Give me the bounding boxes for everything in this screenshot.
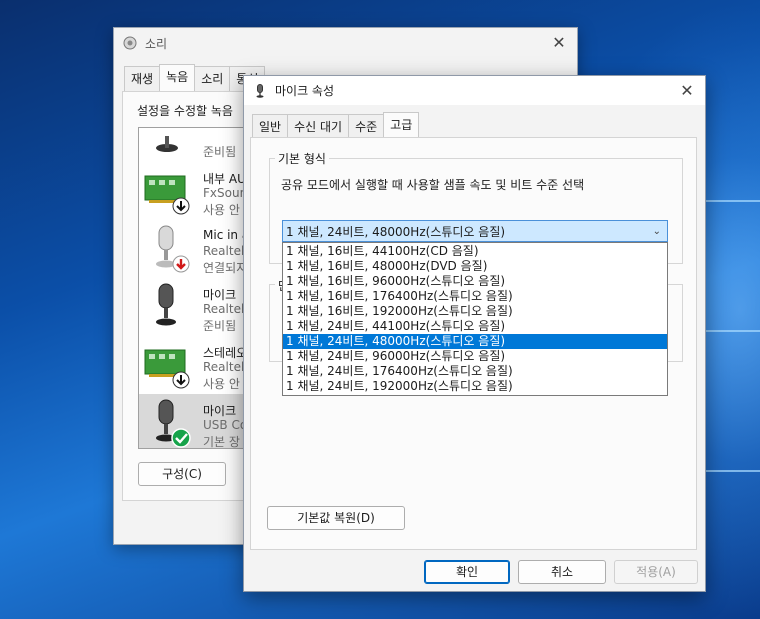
list-item[interactable]: Mic in a Realtek 연결되지 — [139, 220, 249, 278]
sound-dialog-close-button[interactable]: ✕ — [549, 33, 569, 53]
microphone-icon — [156, 283, 176, 326]
microphone-icon — [156, 399, 191, 448]
device-driver: FxSoun — [203, 186, 248, 200]
list-item[interactable]: 준비됨 — [139, 128, 249, 162]
apply-button[interactable]: 적용(A) — [614, 560, 698, 584]
format-dropdown-list: 1 채널, 16비트, 44100Hz(CD 음질) 1 채널, 16비트, 48… — [282, 242, 668, 396]
list-item-selected[interactable]: 마이크 USB Co 기본 장 — [139, 394, 249, 449]
format-option[interactable]: 1 채널, 24비트, 96000Hz(스튜디오 음질) — [283, 349, 667, 364]
list-item[interactable]: 내부 AU FxSoun 사용 안 — [139, 162, 249, 220]
chevron-down-icon[interactable]: ⌄ — [653, 221, 661, 243]
speaker-icon — [123, 36, 137, 50]
device-driver: Realtek — [203, 302, 248, 316]
selected-format-value: 1 채널, 24비트, 48000Hz(스튜디오 음질) — [286, 225, 506, 239]
default-format-label: 기본 형식 — [275, 150, 329, 167]
recording-device-list[interactable]: 준비됨 내부 AU FxSoun 사용 안 Mic in a Realtek 연… — [138, 127, 250, 449]
format-option[interactable]: 1 채널, 24비트, 176400Hz(스튜디오 음질) — [283, 364, 667, 379]
microphone-icon — [156, 136, 178, 152]
device-name: 마이크 — [203, 288, 237, 302]
sound-card-icon — [144, 349, 190, 389]
device-driver: Realtek — [203, 244, 248, 258]
microphone-properties-titlebar[interactable]: 마이크 속성 — [244, 76, 705, 105]
sound-dialog-titlebar[interactable]: 소리 — [114, 28, 577, 58]
device-name: 마이크 — [203, 404, 237, 418]
tab-playback[interactable]: 재생 — [124, 66, 161, 92]
format-option-highlighted[interactable]: 1 채널, 24비트, 48000Hz(스튜디오 음질) — [283, 334, 667, 349]
microphone-properties-dialog: 마이크 속성 ✕ 일반 수신 대기 수준 고급 기본 형식 공유 모드에서 실행… — [243, 75, 706, 592]
tab-recording[interactable]: 녹음 — [159, 64, 196, 92]
cancel-button[interactable]: 취소 — [518, 560, 606, 584]
format-option[interactable]: 1 채널, 16비트, 44100Hz(CD 음질) — [283, 244, 667, 259]
device-status: 사용 안 — [203, 203, 240, 217]
list-item[interactable]: 마이크 Realtek 준비됨 — [139, 278, 249, 336]
tab-advanced[interactable]: 고급 — [383, 112, 420, 140]
device-status: 준비됨 — [203, 319, 237, 333]
microphone-icon — [156, 225, 190, 273]
device-driver: USB Co — [203, 418, 248, 432]
device-status: 연결되지 — [203, 261, 248, 275]
device-status: 기본 장 — [203, 435, 240, 449]
format-option[interactable]: 1 채널, 16비트, 96000Hz(스튜디오 음질) — [283, 274, 667, 289]
device-status: 사용 안 — [203, 377, 240, 391]
sound-dialog-title: 소리 — [145, 36, 168, 51]
restore-defaults-button[interactable]: 기본값 복원(D) — [267, 506, 405, 530]
format-option[interactable]: 1 채널, 24비트, 44100Hz(스튜디오 음질) — [283, 319, 667, 334]
microphone-properties-title: 마이크 속성 — [275, 84, 335, 98]
microphone-properties-close-button[interactable]: ✕ — [677, 81, 697, 101]
format-option[interactable]: 1 채널, 16비트, 48000Hz(DVD 음질) — [283, 259, 667, 274]
tab-sounds[interactable]: 소리 — [194, 66, 231, 92]
list-item[interactable]: 스테레오 Realtek 사용 안 — [139, 336, 249, 394]
recording-instruction: 설정을 수정할 녹음 — [137, 104, 233, 118]
format-option[interactable]: 1 채널, 16비트, 192000Hz(스튜디오 음질) — [283, 304, 667, 319]
configure-button[interactable]: 구성(C) — [138, 462, 226, 486]
device-name: 내부 AU — [203, 172, 246, 186]
device-status: 준비됨 — [203, 145, 237, 159]
microphone-icon — [256, 83, 264, 98]
format-option[interactable]: 1 채널, 16비트, 176400Hz(스튜디오 음질) — [283, 289, 667, 304]
default-format-select[interactable]: 1 채널, 24비트, 48000Hz(스튜디오 음질) ⌄ — [282, 220, 668, 242]
ok-button[interactable]: 확인 — [424, 560, 510, 584]
format-option[interactable]: 1 채널, 24비트, 192000Hz(스튜디오 음질) — [283, 379, 667, 394]
sound-card-icon — [144, 175, 190, 215]
device-name: 스테레오 — [203, 346, 248, 360]
device-driver: Realtek — [203, 360, 248, 374]
default-format-description: 공유 모드에서 실행할 때 사용할 샘플 속도 및 비트 수준 선택 — [281, 178, 585, 192]
